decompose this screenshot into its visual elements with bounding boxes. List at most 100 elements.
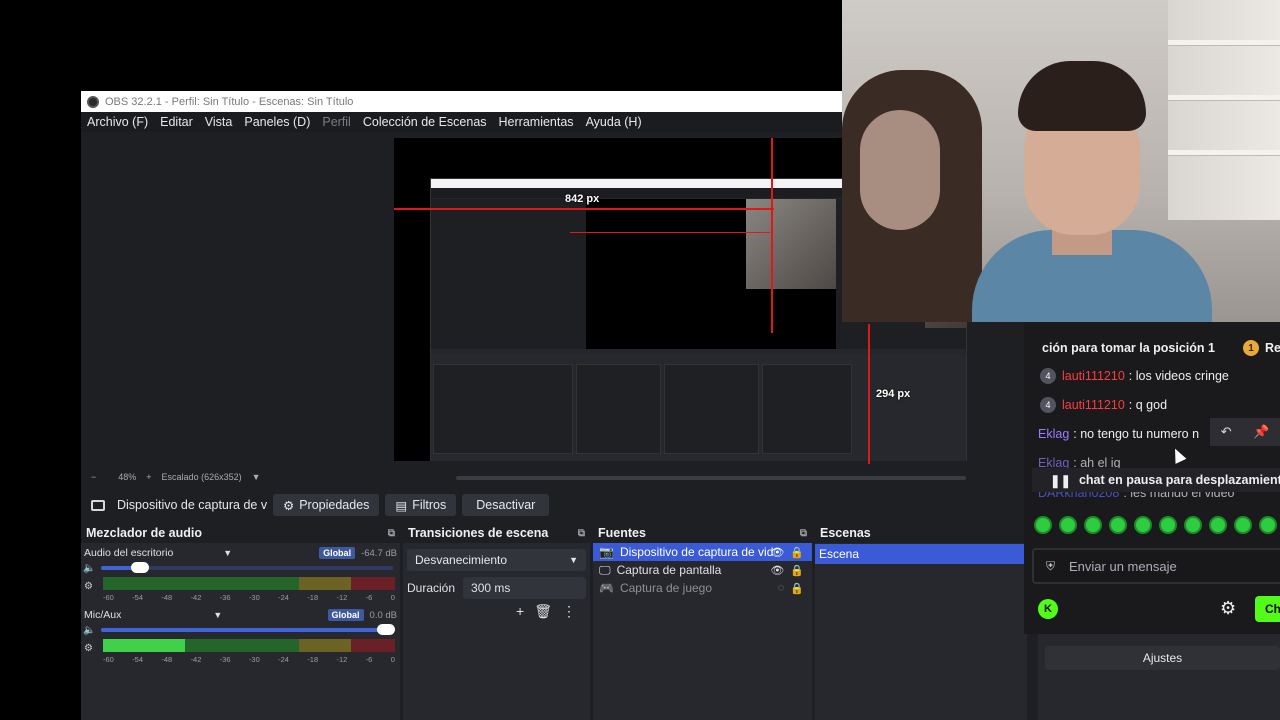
chat-text: : q god bbox=[1128, 398, 1168, 412]
menu-paneles[interactable]: Paneles (D) bbox=[238, 115, 316, 129]
filters-button[interactable]: ▤ Filtros bbox=[385, 494, 457, 516]
speaker-icon[interactable]: 🔈 bbox=[83, 625, 95, 636]
nested-docks bbox=[431, 354, 966, 461]
scale-tick: -30 bbox=[248, 655, 260, 664]
channel-settings-icon[interactable]: ⚙ bbox=[84, 643, 93, 654]
menu-perfil[interactable]: Perfil bbox=[316, 115, 356, 129]
scale-dropdown-icon[interactable]: ▼ bbox=[252, 472, 261, 482]
chat-message: 4 lauti111210: q god bbox=[1040, 397, 1167, 413]
volume-knob[interactable] bbox=[377, 624, 395, 635]
chat-username[interactable]: lauti111210 bbox=[1062, 369, 1125, 383]
global-badge: Global bbox=[319, 547, 356, 559]
menu-coleccion[interactable]: Colección de Escenas bbox=[357, 115, 493, 129]
scale-tick: -48 bbox=[161, 593, 173, 602]
menu-herramientas[interactable]: Herramientas bbox=[493, 115, 580, 129]
zoom-in-button[interactable]: + bbox=[146, 472, 151, 482]
duration-label: Duración bbox=[407, 581, 456, 595]
lock-icon[interactable]: 🔒 bbox=[790, 564, 804, 577]
add-icon[interactable]: + bbox=[516, 603, 524, 620]
emote-icon[interactable] bbox=[1159, 516, 1177, 534]
menu-editar[interactable]: Editar bbox=[154, 115, 199, 129]
speaker-icon[interactable]: 🔈 bbox=[83, 563, 95, 574]
chat-paused-banner[interactable]: ❚❚ chat en pausa para desplazamient bbox=[1032, 468, 1280, 492]
zoom-out-button[interactable]: − bbox=[91, 472, 96, 482]
scale-tick: -36 bbox=[219, 593, 231, 602]
menu-ayuda[interactable]: Ayuda (H) bbox=[580, 115, 648, 129]
eye-icon[interactable]: 👁 bbox=[770, 564, 784, 577]
scale-tick: -30 bbox=[248, 593, 260, 602]
volume-slider[interactable] bbox=[101, 562, 393, 573]
scale-tick: 0 bbox=[390, 655, 395, 664]
shelf-board bbox=[1168, 40, 1280, 46]
trash-icon[interactable]: 🗑 bbox=[534, 603, 552, 620]
emote-icon[interactable] bbox=[1234, 516, 1252, 534]
screen: OBS 32.2.1 - Perfil: Sin Título - Escena… bbox=[0, 0, 1280, 720]
properties-button[interactable]: ⚙ Propiedades bbox=[273, 494, 380, 516]
pin-icon[interactable]: 📌 bbox=[1253, 424, 1269, 440]
menu-archivo[interactable]: Archivo (F) bbox=[81, 115, 154, 129]
emote-icon[interactable] bbox=[1059, 516, 1077, 534]
chat-username[interactable]: Eklag bbox=[1038, 427, 1069, 441]
channel-dropdown-icon[interactable]: ▼ bbox=[213, 610, 222, 620]
scene-item[interactable]: Escena bbox=[815, 544, 1027, 564]
banner-rank: 1 Re bbox=[1242, 340, 1280, 356]
preview-scrollbar[interactable] bbox=[456, 476, 966, 480]
source-controls: 👁 🔒 bbox=[770, 564, 804, 577]
source-item-capture-device[interactable]: 📷 Dispositivo de captura de vid 👁 🔒 bbox=[593, 543, 812, 561]
dock-float-icon[interactable]: ⧉ bbox=[388, 528, 395, 539]
channel-header: Audio del escritorio ▼ Global -64.7 dB bbox=[84, 547, 397, 559]
sources-title: Fuentes bbox=[598, 526, 646, 540]
transition-select[interactable]: Desvanecimiento ▼ bbox=[407, 549, 586, 571]
chat-settings-gear-icon[interactable]: ⚙ bbox=[1220, 598, 1236, 619]
channel-dropdown-icon[interactable]: ▼ bbox=[223, 548, 232, 558]
shield-icon: ⛨ bbox=[1046, 558, 1056, 573]
emote-icon[interactable] bbox=[1259, 516, 1277, 534]
settings-button[interactable]: Ajustes bbox=[1045, 646, 1280, 670]
pause-icon: ❚❚ bbox=[1050, 473, 1071, 488]
chat-send-button[interactable]: Ch bbox=[1255, 596, 1280, 622]
dock-float-icon[interactable]: ⧉ bbox=[800, 528, 807, 539]
transitions-title: Transiciones de escena bbox=[408, 526, 549, 540]
chat-message: Eklag: no tengo tu numero n bbox=[1038, 427, 1199, 441]
lock-icon[interactable]: 🔒 bbox=[790, 546, 804, 559]
scale-tick: -60 bbox=[103, 655, 114, 664]
channel-settings-icon[interactable]: ⚙ bbox=[84, 581, 93, 592]
emote-icon[interactable] bbox=[1109, 516, 1127, 534]
eye-hidden-icon[interactable]: ◌ bbox=[778, 582, 785, 595]
volume-slider[interactable] bbox=[101, 624, 395, 635]
source-controls: ◌ 🔒 bbox=[778, 582, 804, 595]
more-icon[interactable]: ⋮ bbox=[562, 603, 576, 620]
lock-icon[interactable]: 🔒 bbox=[790, 582, 804, 595]
webcam-feed bbox=[842, 0, 1280, 322]
filter-icon: ▤ bbox=[395, 498, 408, 513]
scale-tick: -24 bbox=[278, 593, 289, 602]
chat-username[interactable]: lauti111210 bbox=[1062, 398, 1125, 412]
duration-input[interactable]: 300 ms bbox=[463, 577, 586, 599]
monitor-icon: 🖵 bbox=[599, 562, 611, 577]
docks: Mezclador de audio ⧉ Audio del escritori… bbox=[81, 523, 1121, 720]
reply-icon[interactable]: ↶ bbox=[1221, 424, 1232, 440]
emote-icon[interactable] bbox=[1034, 516, 1052, 534]
emote-icon[interactable] bbox=[1134, 516, 1152, 534]
emote-icon[interactable] bbox=[1084, 516, 1102, 534]
emote-icon[interactable] bbox=[1184, 516, 1202, 534]
menu-vista[interactable]: Vista bbox=[199, 115, 239, 129]
source-item-game-capture[interactable]: 🎮 Captura de juego ◌ 🔒 bbox=[593, 579, 812, 597]
source-label: Captura de juego bbox=[619, 581, 713, 595]
meter-green bbox=[103, 577, 299, 590]
audio-mixer-title: Mezclador de audio bbox=[86, 526, 202, 540]
filters-label: Filtros bbox=[412, 498, 447, 512]
scale-tick: -60 bbox=[103, 593, 114, 602]
kick-logo-icon[interactable]: K bbox=[1038, 599, 1058, 619]
nested-transitions bbox=[576, 364, 661, 454]
emote-icon[interactable] bbox=[1209, 516, 1227, 534]
dock-float-icon[interactable]: ⧉ bbox=[578, 528, 585, 539]
source-item-screen-capture[interactable]: 🖵 Captura de pantalla 👁 🔒 bbox=[593, 561, 812, 579]
deactivate-button[interactable]: Desactivar bbox=[462, 494, 550, 516]
source-controls: 👁 🔒 bbox=[770, 546, 804, 559]
chat-message-input[interactable]: ⛨ Enviar un mensaje bbox=[1032, 548, 1280, 584]
gamepad-icon: 🎮 bbox=[599, 581, 614, 595]
volume-knob[interactable] bbox=[131, 562, 149, 573]
bounds-line-left bbox=[771, 138, 773, 333]
eye-icon[interactable]: 👁 bbox=[770, 546, 784, 559]
